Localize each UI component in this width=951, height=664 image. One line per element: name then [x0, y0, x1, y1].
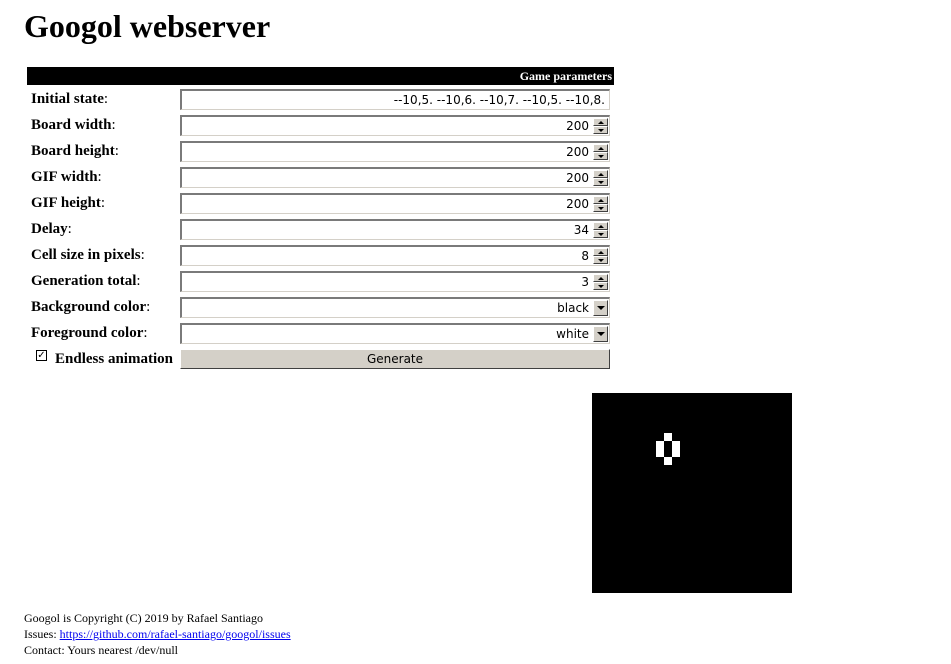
gif-width-input[interactable]: 200 [180, 167, 610, 188]
initial-state-input[interactable]: --10,5. --10,6. --10,7. --10,5. --10,8. [180, 89, 610, 110]
game-parameters-header: Game parameters [27, 67, 614, 85]
footer: Googol is Copyright (C) 2019 by Rafael S… [24, 610, 291, 658]
board-height-spinner[interactable] [593, 144, 608, 160]
spin-up-icon[interactable] [593, 274, 608, 282]
board-width-label: Board width [31, 117, 112, 133]
background-color-label: Background color [31, 299, 147, 315]
spin-down-icon[interactable] [593, 204, 608, 212]
game-parameters-form: Game parameters Initial state: --10,5. -… [27, 67, 614, 369]
row-board-width: Board width: 200 [27, 111, 614, 137]
copyright-text: Googol is Copyright (C) 2019 by Rafael S… [24, 611, 263, 625]
endless-animation-label: Endless animation [55, 351, 173, 367]
generate-button[interactable]: Generate [180, 349, 610, 369]
generation-total-label: Generation total [31, 273, 137, 289]
spin-down-icon[interactable] [593, 126, 608, 134]
label-colon: : [103, 91, 109, 107]
endless-animation-checkbox[interactable]: ✓ [36, 350, 47, 361]
check-icon: ✓ [37, 350, 46, 361]
delay-value: 34 [573, 223, 589, 237]
spin-up-icon[interactable] [593, 196, 608, 204]
row-initial-state: Initial state: --10,5. --10,6. --10,7. -… [27, 85, 614, 111]
delay-input[interactable]: 34 [180, 219, 610, 240]
row-gif-width: GIF width: 200 [27, 163, 614, 189]
live-cell [672, 449, 680, 457]
foreground-color-select[interactable]: white [180, 323, 610, 344]
gif-width-spinner[interactable] [593, 170, 608, 186]
board-height-label: Board height [31, 143, 115, 159]
spin-up-icon[interactable] [593, 248, 608, 256]
chevron-down-icon[interactable] [593, 326, 608, 342]
cell-size-input[interactable]: 8 [180, 245, 610, 266]
spin-down-icon[interactable] [593, 152, 608, 160]
cell-size-label: Cell size in pixels [31, 247, 141, 263]
issues-line: Issues: https://github.com/rafael-santia… [24, 626, 291, 642]
gif-width-value: 200 [566, 171, 589, 185]
chevron-down-icon[interactable] [593, 300, 608, 316]
delay-label: Delay [31, 221, 68, 237]
board-height-input[interactable]: 200 [180, 141, 610, 162]
board-background [592, 393, 792, 593]
row-cell-size: Cell size in pixels: 8 [27, 241, 614, 267]
row-board-height: Board height: 200 [27, 137, 614, 163]
generation-total-value: 3 [581, 275, 589, 289]
board-width-spinner[interactable] [593, 118, 608, 134]
spin-up-icon[interactable] [593, 144, 608, 152]
gif-height-label: GIF height [31, 195, 101, 211]
generation-total-input[interactable]: 3 [180, 271, 610, 292]
label-colon: : [146, 299, 151, 315]
board-height-value: 200 [566, 145, 589, 159]
row-background-color: Background color: black [27, 293, 614, 319]
label-colon: : [111, 117, 116, 133]
live-cell [664, 433, 672, 441]
label-colon: : [136, 273, 141, 289]
contact-text: Contact: Yours nearest /dev/null [24, 643, 178, 657]
row-foreground-color: Foreground color: white [27, 319, 614, 345]
label-colon: : [100, 195, 106, 211]
page-title: Googol webserver [24, 8, 271, 44]
board-width-value: 200 [566, 119, 589, 133]
generation-total-spinner[interactable] [593, 274, 608, 290]
row-generation-total: Generation total: 3 [27, 267, 614, 293]
live-cell [656, 449, 664, 457]
issues-link[interactable]: https://github.com/rafael-santiago/googo… [60, 627, 291, 641]
cell-size-spinner[interactable] [593, 248, 608, 264]
foreground-color-value: white [556, 327, 589, 341]
label-colon: : [67, 221, 72, 237]
spin-up-icon[interactable] [593, 222, 608, 230]
game-board-image [592, 393, 792, 593]
background-color-value: black [557, 301, 589, 315]
initial-state-label: Initial state [31, 91, 104, 107]
live-cell [656, 441, 664, 449]
foreground-color-label: Foreground color [31, 325, 144, 341]
issues-label: Issues: [24, 627, 60, 641]
label-colon: : [97, 169, 102, 185]
row-delay: Delay: 34 [27, 215, 614, 241]
gif-width-label: GIF width [31, 169, 98, 185]
spin-down-icon[interactable] [593, 178, 608, 186]
row-endless-generate: ✓ Endless animation Generate [27, 345, 614, 369]
live-cell [672, 441, 680, 449]
background-color-select[interactable]: black [180, 297, 610, 318]
label-colon: : [114, 143, 119, 159]
label-colon: : [143, 325, 148, 341]
spin-down-icon[interactable] [593, 230, 608, 238]
spin-up-icon[interactable] [593, 170, 608, 178]
live-cell [664, 457, 672, 465]
cell-size-value: 8 [581, 249, 589, 263]
row-gif-height: GIF height: 200 [27, 189, 614, 215]
spin-down-icon[interactable] [593, 282, 608, 290]
gif-height-input[interactable]: 200 [180, 193, 610, 214]
spin-down-icon[interactable] [593, 256, 608, 264]
gif-height-spinner[interactable] [593, 196, 608, 212]
gif-height-value: 200 [566, 197, 589, 211]
label-colon: : [140, 247, 145, 263]
delay-spinner[interactable] [593, 222, 608, 238]
board-width-input[interactable]: 200 [180, 115, 610, 136]
spin-up-icon[interactable] [593, 118, 608, 126]
initial-state-value: --10,5. --10,6. --10,7. --10,5. --10,8. [393, 93, 605, 107]
